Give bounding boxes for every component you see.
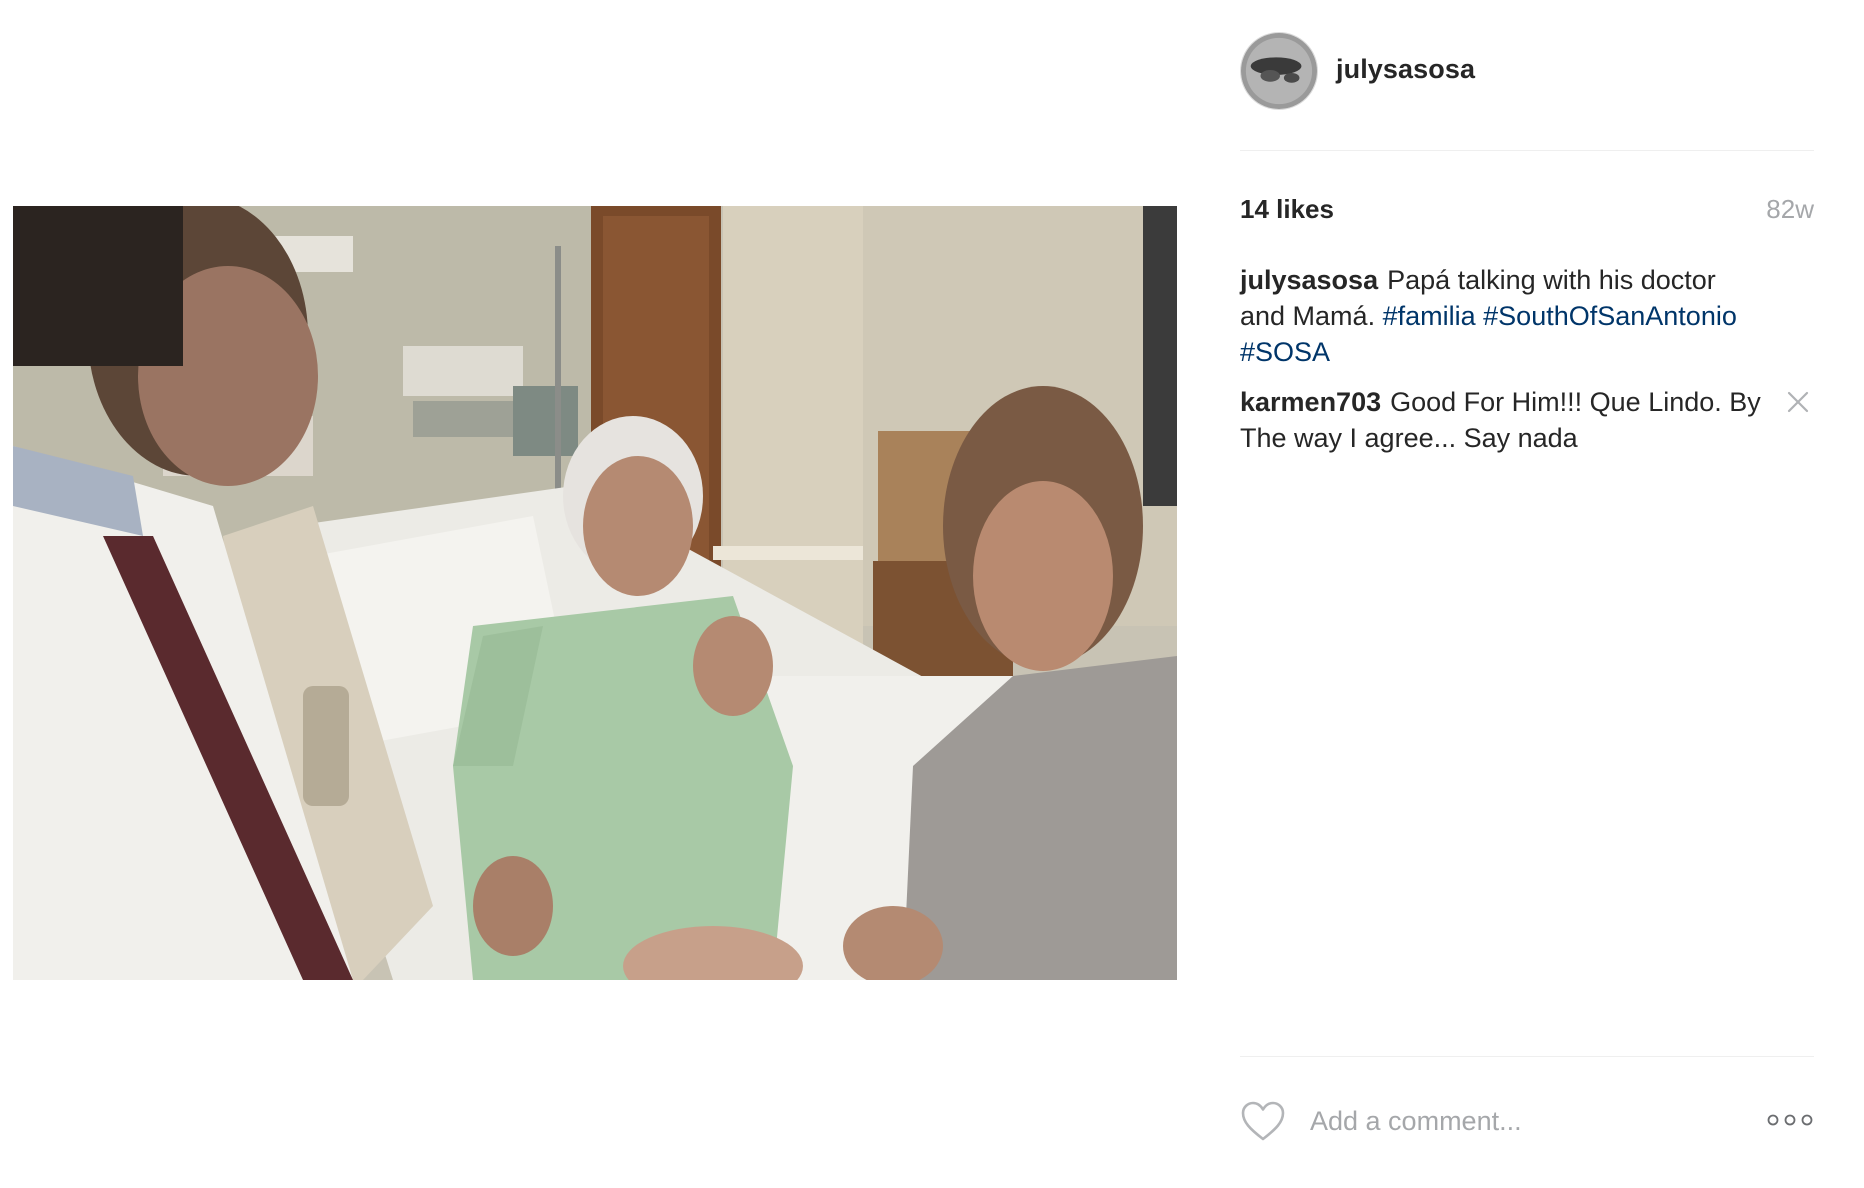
post-age[interactable]: 82w bbox=[1766, 194, 1814, 225]
comments-list: julysasosa Papá talking with his doctor a… bbox=[1240, 262, 1814, 470]
post-author-username[interactable]: julysasosa bbox=[1336, 54, 1475, 85]
avatar[interactable] bbox=[1240, 32, 1318, 110]
comment-author[interactable]: julysasosa bbox=[1240, 265, 1378, 295]
header-divider bbox=[1240, 150, 1814, 151]
hashtag-link[interactable]: #familia bbox=[1383, 301, 1476, 331]
comment-author[interactable]: karmen703 bbox=[1240, 387, 1381, 417]
actions-divider bbox=[1240, 1056, 1814, 1057]
post-details-panel: julysasosa 14 likes 82w julysasosa Papá t… bbox=[1240, 0, 1814, 1188]
hashtag-link[interactable]: #SouthOfSanAntonio bbox=[1483, 301, 1737, 331]
likes-count[interactable]: 14 likes bbox=[1240, 194, 1334, 225]
more-options-icon[interactable] bbox=[1766, 1112, 1814, 1128]
post-photo[interactable] bbox=[13, 206, 1177, 980]
delete-comment-icon[interactable] bbox=[1786, 390, 1810, 414]
comment-item: karmen703 Good For Him!!! Que Lindo. By T… bbox=[1240, 384, 1814, 456]
post-header: julysasosa bbox=[1240, 32, 1814, 114]
post-photo-image bbox=[13, 206, 1177, 980]
add-comment-row bbox=[1240, 1098, 1814, 1148]
hashtag-link[interactable]: #SOSA bbox=[1240, 337, 1330, 367]
comment-item: julysasosa Papá talking with his doctor a… bbox=[1240, 262, 1814, 370]
heart-icon[interactable] bbox=[1240, 1100, 1286, 1142]
comment-input[interactable] bbox=[1310, 1098, 1730, 1144]
avatar-image bbox=[1241, 33, 1317, 109]
